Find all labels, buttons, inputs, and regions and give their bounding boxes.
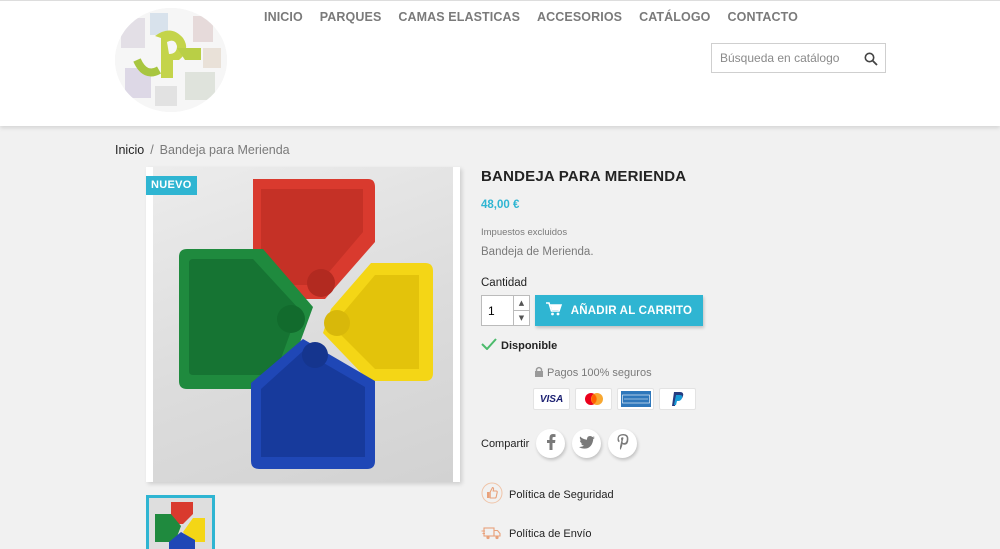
- nav-camas-elasticas[interactable]: CAMAS ELASTICAS: [398, 10, 520, 24]
- share-label: Compartir: [481, 438, 530, 450]
- amex-icon: [617, 388, 654, 410]
- chevron-down-icon[interactable]: ▼: [513, 310, 529, 325]
- reassurance-shipping-label[interactable]: Política de Envío: [509, 528, 592, 540]
- site-header: INICIO PARQUES CAMAS ELASTICAS ACCESORIO…: [0, 0, 1000, 126]
- availability: Disponible: [481, 338, 557, 353]
- site-logo[interactable]: [115, 8, 227, 112]
- facebook-share-button[interactable]: [536, 429, 565, 458]
- breadcrumb: Inicio / Bandeja para Merienda: [115, 143, 290, 157]
- cart-icon: [545, 302, 562, 319]
- secure-payments-label: Pagos 100% seguros: [547, 367, 652, 379]
- nav-parques[interactable]: PARQUES: [320, 10, 382, 24]
- breadcrumb-current: Bandeja para Merienda: [159, 143, 290, 157]
- secure-payments: Pagos 100% seguros: [534, 366, 652, 380]
- search-icon[interactable]: [864, 51, 878, 66]
- facebook-icon: [546, 433, 556, 454]
- breadcrumb-home[interactable]: Inicio: [115, 143, 144, 157]
- tax-note: Impuestos excluidos: [481, 227, 568, 238]
- twitter-icon: [578, 434, 595, 453]
- search-input[interactable]: [712, 44, 857, 72]
- product-price: 48,00 €: [481, 199, 520, 211]
- add-to-cart-button[interactable]: AÑADIR AL CARRITO: [535, 295, 703, 326]
- twitter-share-button[interactable]: [572, 429, 601, 458]
- quantity-stepper: ▲ ▼: [481, 295, 530, 326]
- reassurance-security-label[interactable]: Política de Seguridad: [509, 489, 614, 501]
- product-main-image[interactable]: [146, 167, 460, 482]
- nav-inicio[interactable]: INICIO: [264, 10, 303, 24]
- new-badge: NUEVO: [146, 176, 197, 195]
- pinterest-share-button[interactable]: [608, 429, 637, 458]
- chevron-up-icon[interactable]: ▲: [513, 296, 529, 311]
- nav-accesorios[interactable]: ACCESORIOS: [537, 10, 622, 24]
- main-nav: INICIO PARQUES CAMAS ELASTICAS ACCESORIO…: [264, 10, 815, 24]
- pinterest-icon: [617, 433, 629, 454]
- paypal-icon: [659, 388, 696, 410]
- truck-icon: [481, 521, 503, 546]
- availability-label: Disponible: [501, 339, 558, 352]
- quantity-label: Cantidad: [481, 277, 528, 289]
- thumbs-up-icon: [481, 482, 503, 507]
- nav-contacto[interactable]: CONTACTO: [728, 10, 798, 24]
- product-title: BANDEJA PARA MERIENDA: [481, 168, 687, 185]
- reassurance-shipping: Política de Envío: [481, 521, 592, 546]
- check-icon: [481, 338, 497, 353]
- visa-icon: VISA: [533, 388, 570, 410]
- product-thumbnail[interactable]: [146, 495, 215, 549]
- lock-icon: [534, 366, 544, 380]
- nav-catalogo[interactable]: CATÁLOGO: [639, 10, 710, 24]
- reassurance-security: Política de Seguridad: [481, 482, 614, 507]
- product-description: Bandeja de Merienda.: [481, 246, 594, 258]
- payment-cards: VISA: [533, 388, 696, 410]
- mastercard-icon: [575, 388, 612, 410]
- search-box: [711, 43, 886, 73]
- quantity-input[interactable]: [482, 296, 514, 325]
- add-to-cart-label: AÑADIR AL CARRITO: [570, 304, 693, 317]
- product-photo: [153, 167, 453, 482]
